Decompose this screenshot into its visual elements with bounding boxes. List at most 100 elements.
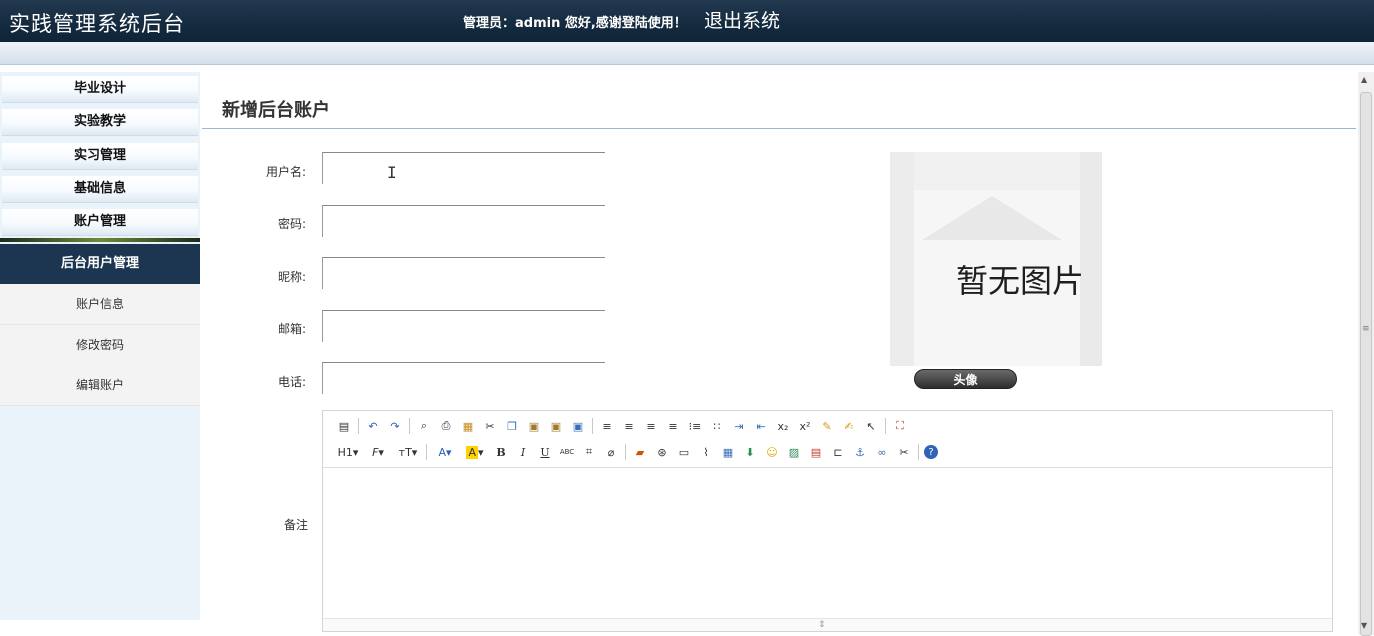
redo-icon[interactable]: ↷: [386, 417, 404, 435]
anchor-icon[interactable]: ⚓: [851, 443, 869, 461]
upload-avatar-button[interactable]: 头像: [914, 369, 1017, 389]
indent-icon[interactable]: ⇥: [730, 417, 748, 435]
font-size-dropdown[interactable]: тТ ▾: [395, 443, 421, 461]
toolbar-separator: [918, 444, 919, 460]
menu-divider: [0, 238, 200, 242]
toolbar-separator: [358, 418, 359, 434]
nickname-input[interactable]: [322, 257, 605, 289]
page-scrollbar[interactable]: ▲ ≡ ▼: [1358, 72, 1374, 636]
avatar-preview: 暂无图片: [890, 152, 1102, 366]
menu-basic-info[interactable]: 基础信息: [2, 176, 198, 203]
align-right-icon[interactable]: ≡: [642, 417, 660, 435]
toolbar-separator: [885, 418, 886, 434]
font-size-text: тТ: [398, 445, 412, 459]
scrollbar-thumb[interactable]: [1360, 92, 1372, 636]
bold-button[interactable]: B: [492, 443, 510, 461]
menu-backend-users[interactable]: 后台用户管理: [0, 244, 200, 284]
flash-icon[interactable]: ⊛: [653, 443, 671, 461]
username-input[interactable]: [322, 152, 605, 184]
heading-text: H1: [337, 445, 353, 459]
font-color-button[interactable]: A ▾: [432, 443, 458, 461]
align-justify-icon[interactable]: ≡: [664, 417, 682, 435]
template-icon[interactable]: ▦: [459, 417, 477, 435]
highlight-text: A: [466, 445, 478, 459]
superscript-icon[interactable]: x²: [796, 417, 814, 435]
menu-internship[interactable]: 实习管理: [2, 143, 198, 170]
editor-statusbar: ⇕: [323, 618, 1332, 631]
strikethrough-button[interactable]: ABC: [558, 443, 576, 461]
select-all-icon[interactable]: ✍: [840, 417, 858, 435]
align-center-icon[interactable]: ≡: [620, 417, 638, 435]
undo-icon[interactable]: ↶: [364, 417, 382, 435]
resize-handle-icon[interactable]: ⇕: [818, 620, 826, 630]
scroll-up-icon[interactable]: ▲: [1361, 75, 1367, 84]
italic-button[interactable]: I: [514, 443, 532, 461]
submenu-edit-account[interactable]: 编辑账户: [0, 365, 200, 406]
source-icon[interactable]: ▤: [335, 417, 353, 435]
app-title: 实践管理系统后台: [9, 12, 185, 36]
underline-button[interactable]: U: [536, 443, 554, 461]
no-image-text: 暂无图片: [956, 262, 1085, 300]
password-input[interactable]: [322, 205, 605, 237]
picture-icon[interactable]: ▨: [785, 443, 803, 461]
table-icon[interactable]: ▦: [719, 443, 737, 461]
toolbar-separator: [625, 444, 626, 460]
menu-experiment-teaching[interactable]: 实验教学: [2, 109, 198, 136]
table-grid-icon[interactable]: ⌗: [580, 443, 598, 461]
header-subbar: [0, 42, 1374, 65]
user-greeting: 管理员：admin 您好,感谢登陆使用！: [463, 16, 687, 31]
numbered-list-icon[interactable]: ⁝≡: [686, 417, 704, 435]
font-family-dropdown[interactable]: F ▾: [365, 443, 391, 461]
align-left-icon[interactable]: ≡: [598, 417, 616, 435]
editor-toolbar: ▤ ↶ ↷ ⌕ ⎙ ▦ ✂ ❐ ▣ ▣ ▣ ≡ ≡ ≡ ≡ ⁝≡ ∷ ⇥ ⇤ x…: [323, 411, 1332, 468]
link-icon[interactable]: ∞: [873, 443, 891, 461]
toolbar-row-2: H1 ▾ F ▾ тТ ▾ A ▾ A ▾ B I U ABC ⌗ ⌀ ▰ ⊛ ▭ ⌇ ▦…: [335, 441, 942, 463]
hr-icon[interactable]: ⬇: [741, 443, 759, 461]
notes-label: 备注: [283, 518, 308, 532]
phone-input[interactable]: [322, 362, 605, 394]
scroll-down-icon[interactable]: ▼: [1361, 621, 1367, 630]
avatar-bg-shape: [922, 196, 1062, 240]
preview-icon[interactable]: ⌕: [415, 417, 433, 435]
clear-format-icon[interactable]: ✎: [818, 417, 836, 435]
avatar-bg-left: [890, 152, 914, 366]
copy-icon[interactable]: ❐: [503, 417, 521, 435]
paste-text-icon[interactable]: ▣: [547, 417, 565, 435]
nickname-label: 昵称:: [277, 270, 306, 284]
logout-link[interactable]: 退出系统: [704, 6, 780, 33]
toolbar-separator: [592, 418, 593, 434]
menu-account-management[interactable]: 账户管理: [2, 209, 198, 236]
top-header: 实践管理系统后台 管理员：admin 您好,感谢登陆使用！ 退出系统: [0, 0, 1374, 42]
media-icon[interactable]: ▭: [675, 443, 693, 461]
highlight-button[interactable]: A ▾: [462, 443, 488, 461]
paste-icon[interactable]: ▣: [525, 417, 543, 435]
paste-word-icon[interactable]: ▣: [569, 417, 587, 435]
outdent-icon[interactable]: ⇤: [752, 417, 770, 435]
submenu-change-password[interactable]: 修改密码: [0, 325, 200, 366]
page-break-icon[interactable]: ⊏: [829, 443, 847, 461]
toolbar-separator: [426, 444, 427, 460]
notes-editor: ▤ ↶ ↷ ⌕ ⎙ ▦ ✂ ❐ ▣ ▣ ▣ ≡ ≡ ≡ ≡ ⁝≡ ∷ ⇥ ⇤ x…: [322, 410, 1333, 632]
print-icon[interactable]: ⎙: [437, 417, 455, 435]
unlink-icon[interactable]: ✂: [895, 443, 913, 461]
editor-content-area[interactable]: [323, 468, 1332, 618]
cut-icon[interactable]: ✂: [481, 417, 499, 435]
toolbar-separator: [409, 418, 410, 434]
fullscreen-icon[interactable]: ⛶: [891, 417, 909, 435]
subscript-icon[interactable]: x₂: [774, 417, 792, 435]
submenu-account-info[interactable]: 账户信息: [0, 284, 200, 325]
emoticon-icon[interactable]: ☺: [763, 443, 781, 461]
help-icon[interactable]: ?: [924, 445, 938, 459]
map-icon[interactable]: ▤: [807, 443, 825, 461]
eraser-icon[interactable]: ⌀: [602, 443, 620, 461]
bullet-list-icon[interactable]: ∷: [708, 417, 726, 435]
password-label: 密码:: [277, 217, 306, 231]
cursor-icon[interactable]: ↖: [862, 417, 880, 435]
image-insert-icon[interactable]: ▰: [631, 443, 649, 461]
attachment-icon[interactable]: ⌇: [697, 443, 715, 461]
email-input[interactable]: [322, 310, 605, 342]
phone-label: 电话:: [277, 375, 306, 389]
heading-dropdown[interactable]: H1 ▾: [335, 443, 361, 461]
toolbar-row-1: ▤ ↶ ↷ ⌕ ⎙ ▦ ✂ ❐ ▣ ▣ ▣ ≡ ≡ ≡ ≡ ⁝≡ ∷ ⇥ ⇤ x…: [335, 415, 913, 437]
menu-graduation-design[interactable]: 毕业设计: [2, 76, 198, 103]
